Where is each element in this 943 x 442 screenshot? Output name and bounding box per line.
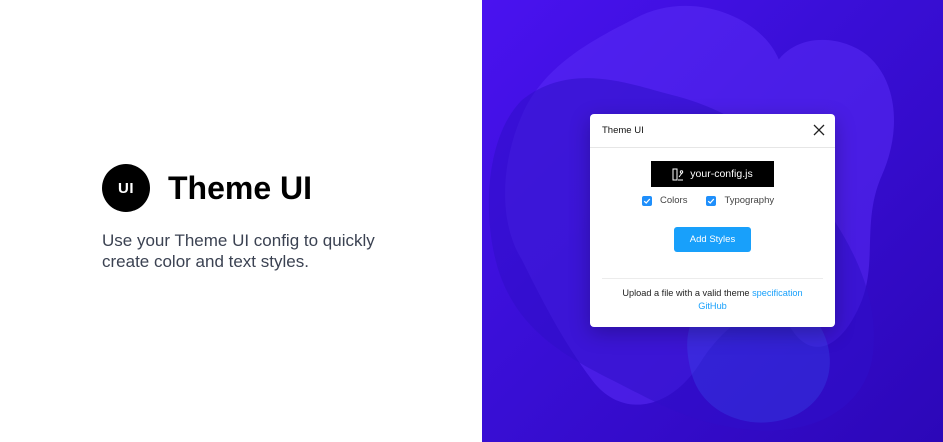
dialog-divider — [602, 278, 823, 279]
tagline: Use your Theme UI config to quickly crea… — [102, 231, 375, 271]
checkbox-checked-icon — [642, 195, 652, 206]
add-styles-button[interactable]: Add Styles — [674, 227, 751, 252]
footer-text: Upload a file with a valid theme — [622, 288, 750, 298]
github-link[interactable]: GitHub — [698, 301, 727, 311]
colors-checkbox[interactable]: Colors — [642, 195, 687, 206]
dialog-header: Theme UI — [590, 114, 835, 148]
style-options: Colors Typography — [642, 195, 774, 206]
plugin-dialog: Theme UI your-config.js Colors Typograph… — [590, 114, 835, 327]
theme-ui-logo: UI — [102, 164, 150, 212]
close-button[interactable] — [811, 122, 827, 138]
intro-panel: UI Theme UI Use your Theme UI config to … — [0, 0, 482, 442]
brand-header: UI Theme UI — [102, 164, 312, 212]
specification-link[interactable]: specification — [752, 288, 803, 298]
dialog-title: Theme UI — [602, 125, 644, 136]
close-icon — [813, 124, 825, 136]
config-file-button[interactable]: your-config.js — [651, 161, 774, 187]
logo-text: UI — [118, 179, 134, 197]
checkbox-checked-icon — [706, 195, 717, 206]
dialog-footer: Upload a file with a valid theme specifi… — [602, 287, 823, 313]
brand-title: Theme UI — [168, 169, 313, 206]
typography-checkbox-label: Typography — [724, 195, 775, 206]
typography-checkbox[interactable]: Typography — [706, 195, 774, 206]
colors-checkbox-label: Colors — [660, 195, 688, 206]
file-button-label: your-config.js — [690, 168, 753, 180]
file-icon — [672, 168, 684, 181]
